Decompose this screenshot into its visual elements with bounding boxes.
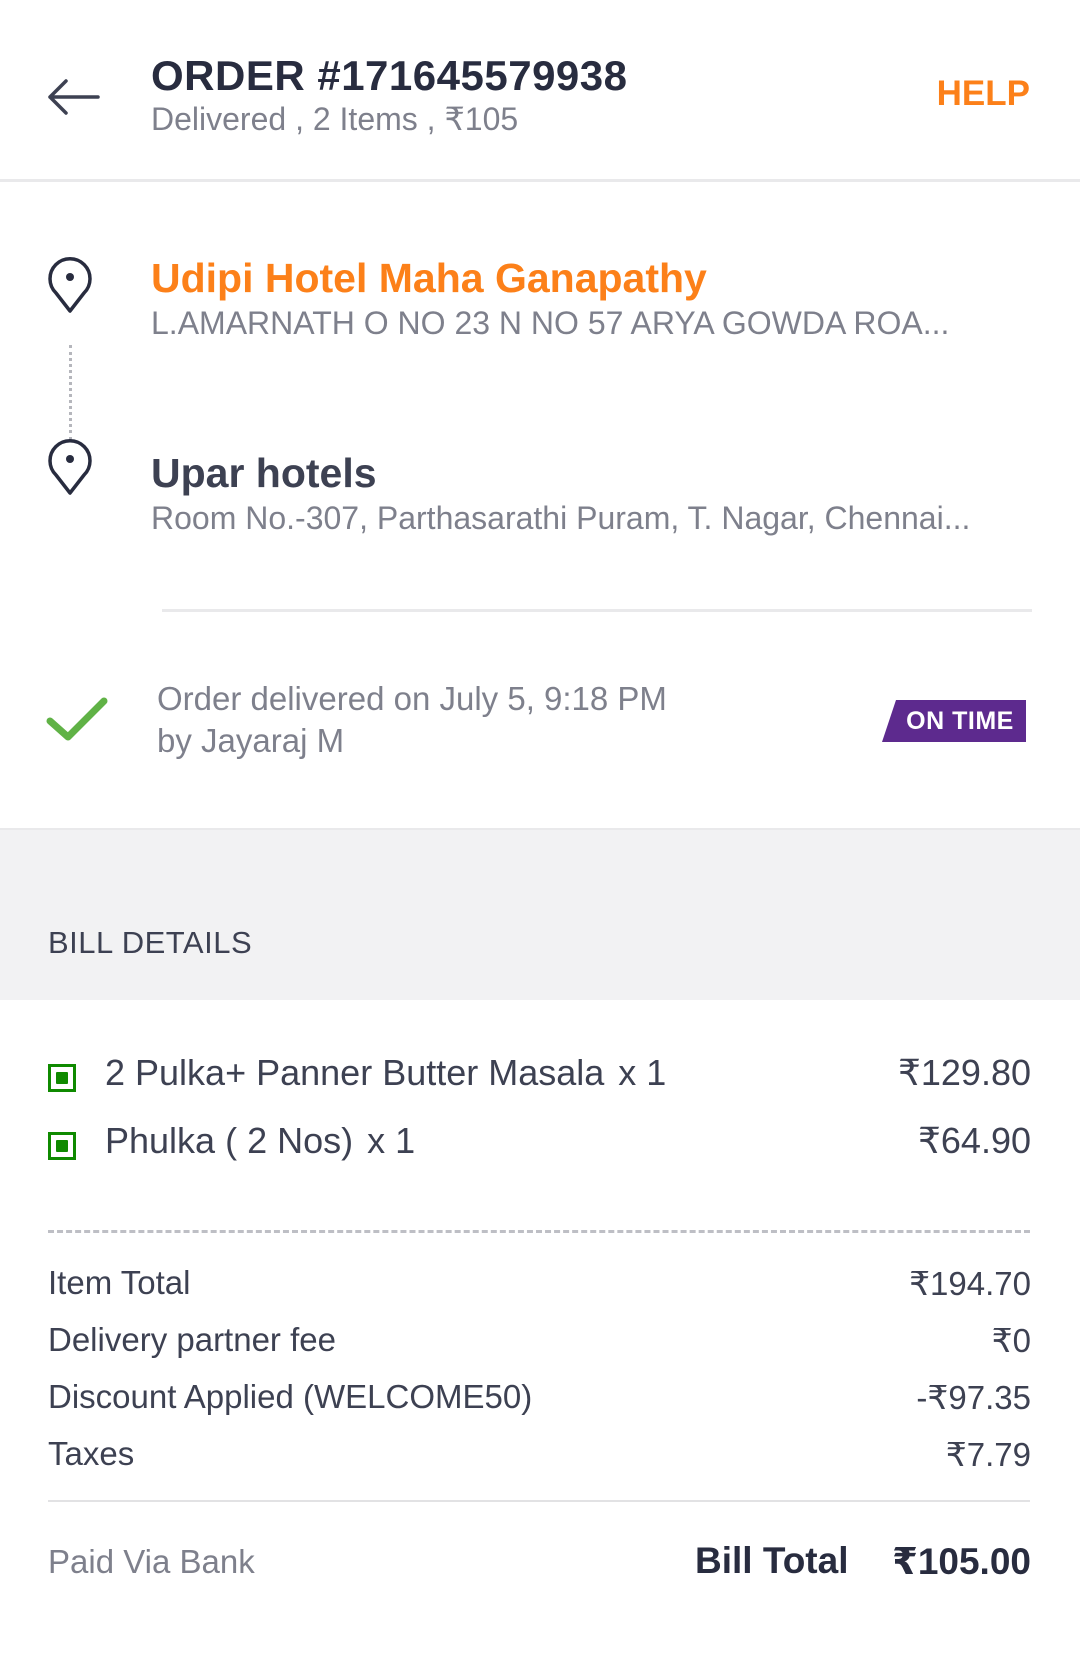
item-name: Phulka ( 2 Nos) [105, 1120, 354, 1161]
order-subtitle: Delivered , 2 Items , ₹105 [151, 101, 519, 137]
charge-label: Item Total [48, 1264, 191, 1301]
item-quantity: x 1 [618, 1052, 667, 1093]
charge-value: ₹194.70 [909, 1265, 1031, 1302]
checkmark-icon [46, 697, 108, 741]
dashed-divider [48, 1230, 1030, 1233]
payment-method: Paid Via Bank [48, 1543, 255, 1580]
back-button[interactable] [44, 72, 104, 122]
item-quantity: x 1 [367, 1120, 416, 1161]
bill-total-label: Bill Total [695, 1540, 849, 1581]
charge-label: Taxes [48, 1435, 135, 1472]
charge-value: ₹0 [991, 1322, 1031, 1359]
divider [162, 609, 1032, 612]
location-pin-icon [48, 438, 92, 495]
charge-row-item-total: Item Total ₹194.70 [0, 1264, 1080, 1314]
divider [48, 1500, 1030, 1502]
bill-total-value: ₹105.00 [892, 1541, 1031, 1582]
list-item: Phulka ( 2 Nos) x 1 ₹64.90 [0, 1108, 1080, 1168]
charge-label: Discount Applied (WELCOME50) [48, 1378, 533, 1415]
bill-details-heading: BILL DETAILS [48, 925, 253, 960]
order-route: Udipi Hotel Maha Ganapathy L.AMARNATH O … [0, 185, 1080, 825]
item-price: ₹64.90 [918, 1120, 1031, 1161]
header: ORDER #171645579938 Delivered , 2 Items … [0, 0, 1080, 182]
route-dotted-line [69, 345, 72, 440]
destination-name: Upar hotels [151, 450, 377, 496]
location-pin-icon [48, 256, 92, 313]
delivered-by: by Jayaraj M [157, 722, 345, 759]
on-time-badge: ON TIME [882, 700, 1026, 742]
charge-label: Delivery partner fee [48, 1321, 336, 1358]
item-name: 2 Pulka+ Panner Butter Masala [105, 1052, 605, 1093]
arrow-left-icon [48, 79, 100, 115]
charge-value: -₹97.35 [916, 1379, 1031, 1416]
list-item: 2 Pulka+ Panner Butter Masala x 1 ₹129.80 [0, 1040, 1080, 1100]
item-price: ₹129.80 [897, 1052, 1031, 1093]
restaurant-name[interactable]: Udipi Hotel Maha Ganapathy [151, 255, 707, 302]
charge-row-discount: Discount Applied (WELCOME50) -₹97.35 [0, 1378, 1080, 1428]
help-button[interactable]: HELP [937, 74, 1030, 114]
charge-value: ₹7.79 [945, 1436, 1031, 1473]
veg-icon [48, 1132, 76, 1160]
charge-row-delivery-fee: Delivery partner fee ₹0 [0, 1321, 1080, 1371]
destination-address: Room No.-307, Parthasarathi Puram, T. Na… [151, 500, 971, 536]
restaurant-address: L.AMARNATH O NO 23 N NO 57 ARYA GOWDA RO… [151, 305, 950, 341]
order-title: ORDER #171645579938 [151, 52, 628, 99]
bill-details-header: BILL DETAILS [0, 828, 1080, 1000]
charge-row-taxes: Taxes ₹7.79 [0, 1435, 1080, 1485]
delivered-status: Order delivered on July 5, 9:18 PM [157, 680, 667, 717]
veg-icon [48, 1064, 76, 1092]
order-details-page: ORDER #171645579938 Delivered , 2 Items … [0, 0, 1080, 1663]
